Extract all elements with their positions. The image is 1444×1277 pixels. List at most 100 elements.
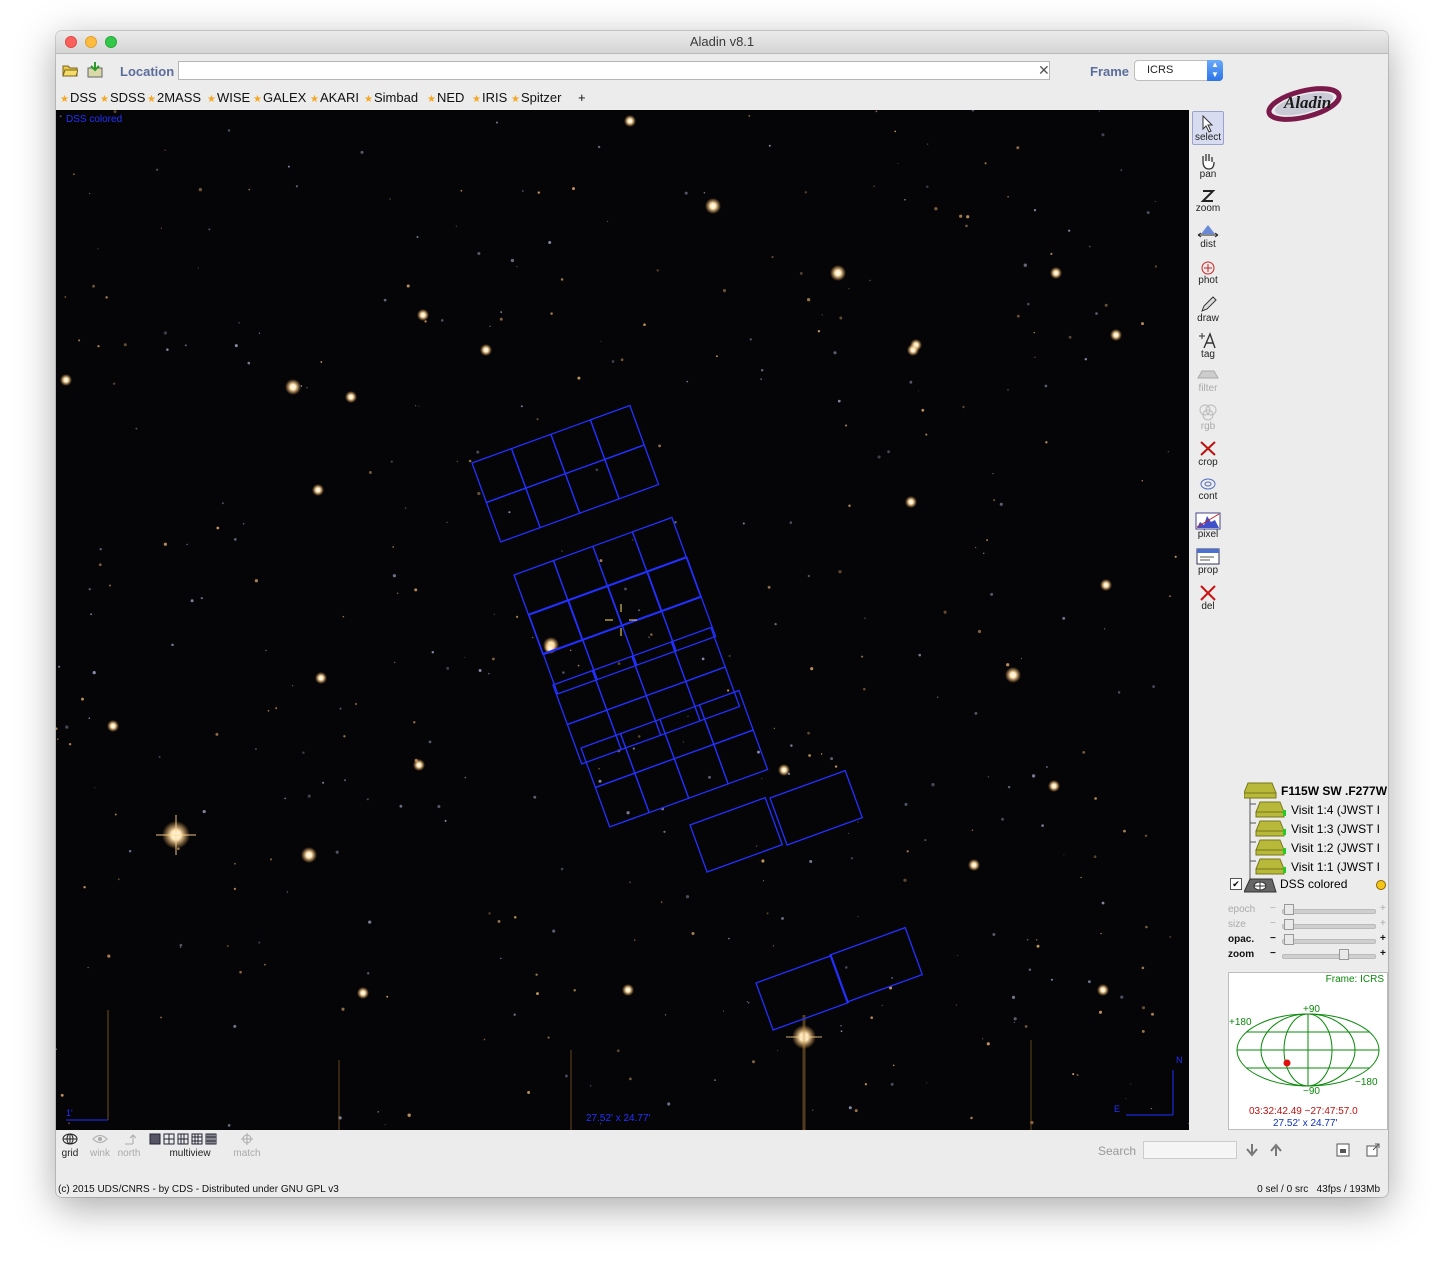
faint-star: [1035, 938, 1038, 941]
faint-star: [392, 574, 397, 578]
slider-knob[interactable]: [1284, 934, 1294, 945]
faint-star: [416, 236, 419, 238]
faint-star: [562, 671, 565, 674]
faint-star: [881, 1004, 883, 1006]
bright-star: [480, 344, 492, 356]
minimize-window-button[interactable]: [85, 36, 97, 48]
survey-spitzer[interactable]: ★Spitzer: [511, 90, 561, 105]
layer-visit-1-3[interactable]: Visit 1:3 (JWST I: [1226, 819, 1388, 838]
jwst-footprints[interactable]: [471, 404, 924, 1031]
prop-tool[interactable]: prop: [1192, 545, 1224, 579]
survey-dss[interactable]: ★DSS: [60, 90, 97, 105]
select-tool[interactable]: select: [1192, 111, 1224, 145]
faint-star: [135, 427, 138, 430]
sky-view[interactable]: N E DSS colored 1' 27.52' x 24.77': [56, 110, 1189, 1130]
zoom-tool[interactable]: zoom: [1192, 185, 1224, 219]
survey-2mass[interactable]: ★2MASS: [147, 90, 201, 105]
dist-tool[interactable]: dist: [1192, 221, 1224, 255]
frame-select[interactable]: ICRS ▲ ▼: [1134, 60, 1223, 81]
crop-tool[interactable]: crop: [1192, 437, 1224, 471]
layer-dss-colored[interactable]: ✔ DSS colored: [1226, 876, 1388, 895]
faint-star: [1141, 966, 1145, 970]
faint-star: [1084, 357, 1088, 361]
faint-star: [1167, 451, 1170, 453]
layer-visit-1-4[interactable]: Visit 1:4 (JWST I: [1226, 800, 1388, 819]
faint-star: [184, 344, 187, 347]
sky-minimap[interactable]: Frame: ICRS +90 +180 −180 −90 03:32:42.4…: [1228, 972, 1388, 1130]
slider-knob[interactable]: [1284, 904, 1294, 915]
search-input[interactable]: [1143, 1141, 1237, 1159]
detach-window-icon[interactable]: [1366, 1143, 1380, 1157]
faint-star: [343, 779, 347, 782]
star-icon: ★: [427, 94, 436, 105]
filter-tool[interactable]: filter: [1192, 365, 1224, 399]
phot-tool[interactable]: phot: [1192, 257, 1224, 291]
faint-star: [808, 754, 811, 757]
opacity-slider[interactable]: opac. − +: [1228, 933, 1388, 947]
faint-star: [600, 340, 602, 342]
multiview-button[interactable]: multiview: [144, 1133, 236, 1159]
clear-location-icon[interactable]: ✕: [1038, 62, 1050, 79]
survey-wise[interactable]: ★WISE: [207, 90, 250, 105]
location-input[interactable]: [178, 61, 1050, 80]
cont-tool[interactable]: cont: [1192, 473, 1224, 507]
faint-star: [715, 355, 718, 358]
faint-star: [955, 1004, 958, 1006]
north-button[interactable]: north: [111, 1133, 147, 1159]
layer-folder-f115w[interactable]: F115W SW .F277W: [1226, 781, 1388, 800]
zoom-slider[interactable]: zoom − +: [1228, 948, 1388, 962]
survey-sdss[interactable]: ★SDSS: [100, 90, 145, 105]
close-window-button[interactable]: [65, 36, 77, 48]
bright-star: [624, 115, 636, 127]
pan-tool[interactable]: pan: [1192, 149, 1224, 183]
faint-star: [163, 542, 168, 546]
faint-star: [708, 775, 711, 779]
faint-star: [572, 187, 575, 191]
survey-ned[interactable]: ★NED: [427, 90, 464, 105]
faint-star: [561, 550, 563, 552]
faint-star: [863, 687, 866, 691]
faint-star: [267, 710, 270, 712]
survey-simbad[interactable]: ★Simbad: [364, 90, 418, 105]
del-tool[interactable]: del: [1192, 581, 1224, 615]
add-survey-button[interactable]: +: [578, 90, 586, 105]
faint-star: [606, 220, 609, 223]
survey-iris[interactable]: ★IRIS: [472, 90, 507, 105]
load-icon[interactable]: [87, 62, 103, 78]
bright-star: [315, 672, 327, 684]
pixel-tool[interactable]: pixel: [1192, 509, 1224, 543]
layer-visible-checkbox[interactable]: ✔: [1230, 878, 1242, 890]
search-down-arrow-icon[interactable]: [1245, 1143, 1259, 1157]
search-up-arrow-icon[interactable]: [1269, 1143, 1283, 1157]
slider-knob[interactable]: [1284, 919, 1294, 930]
faint-star: [701, 657, 705, 661]
size-slider[interactable]: size − +: [1228, 918, 1388, 932]
survey-akari[interactable]: ★AKARI: [310, 90, 359, 105]
detector-outline: [607, 571, 663, 627]
footprint-layer-icon: [1255, 820, 1286, 837]
faint-star: [108, 584, 112, 587]
faint-star: [857, 916, 859, 918]
detector-outline: [592, 531, 648, 587]
tag-tool[interactable]: tag: [1192, 329, 1224, 363]
faint-star: [1050, 252, 1053, 255]
layer-visit-1-1[interactable]: Visit 1:1 (JWST I: [1226, 857, 1388, 876]
faint-star: [598, 767, 600, 770]
faint-star: [1174, 555, 1177, 558]
faint-star: [686, 380, 689, 383]
open-folder-icon[interactable]: [62, 62, 78, 78]
location-toolbar: Location ✕ Frame ICRS ▲ ▼ Aladin: [56, 54, 1388, 122]
layer-visit-1-2[interactable]: Visit 1:2 (JWST I: [1226, 838, 1388, 857]
survey-galex[interactable]: ★GALEX: [253, 90, 306, 105]
match-button[interactable]: match: [229, 1133, 265, 1159]
compass-east-label: E: [1114, 1104, 1120, 1114]
faint-star: [1188, 1122, 1189, 1125]
restore-window-icon[interactable]: [1336, 1143, 1350, 1157]
faint-star: [620, 358, 624, 362]
draw-tool[interactable]: draw: [1192, 293, 1224, 327]
slider-knob[interactable]: [1338, 949, 1349, 960]
epoch-slider[interactable]: epoch − +: [1228, 903, 1388, 917]
faint-star: [384, 1124, 386, 1126]
maximize-window-button[interactable]: [105, 36, 117, 48]
rgb-tool[interactable]: rgb: [1192, 401, 1224, 435]
